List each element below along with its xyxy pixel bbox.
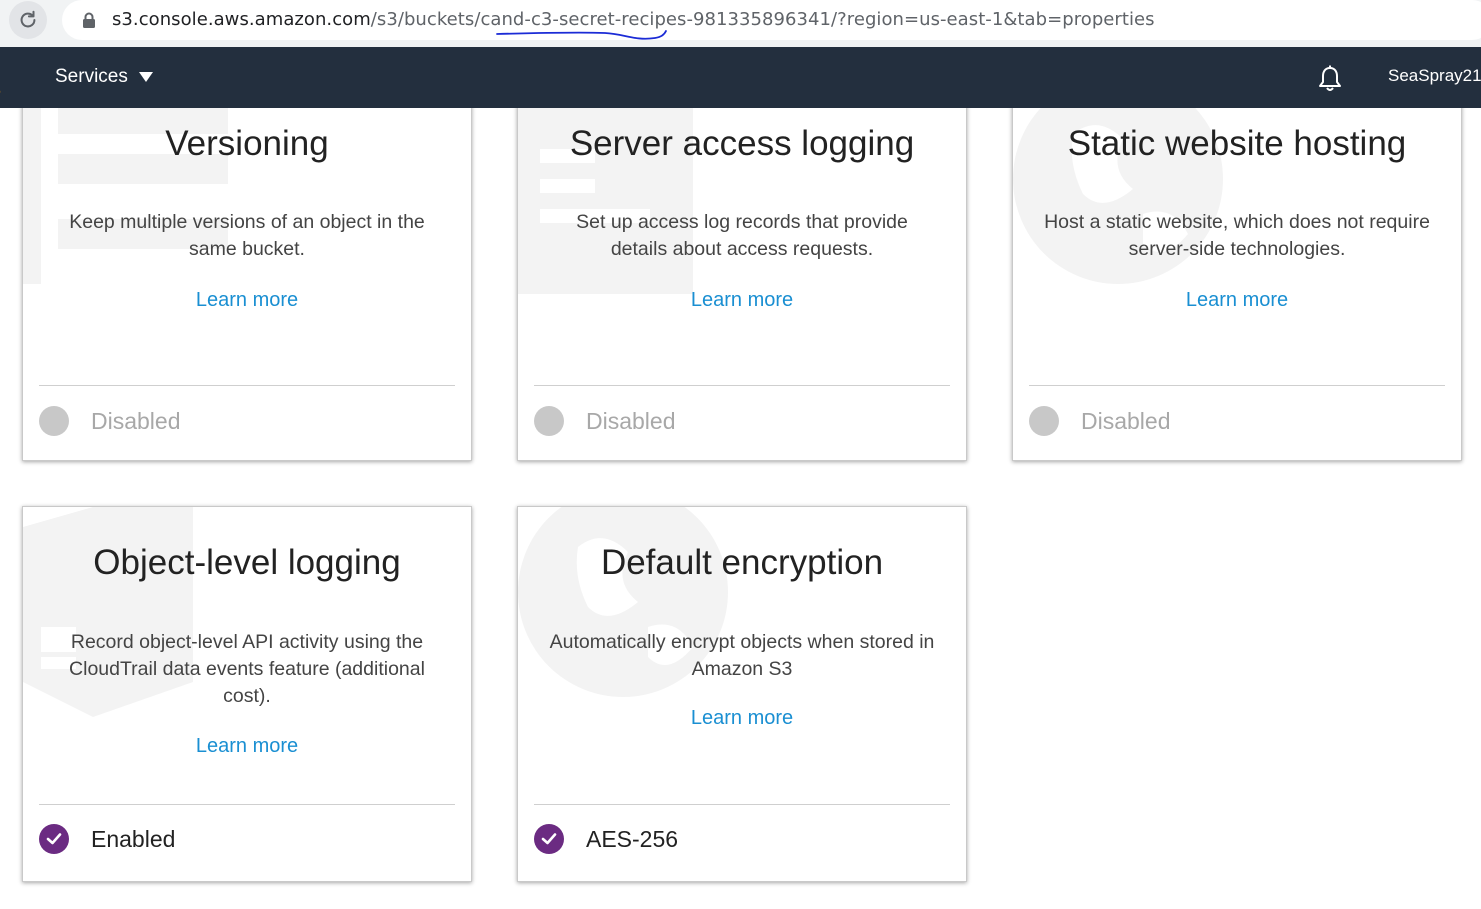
- lock-icon: [83, 12, 95, 28]
- status-text: AES-256: [586, 825, 679, 852]
- caret-down-icon: [138, 72, 153, 82]
- check-circle-icon: [39, 824, 69, 854]
- versioning-card[interactable]: Versioning Keep multiple versions of an …: [22, 108, 472, 461]
- aws-navigation-bar: [0, 47, 1481, 108]
- card-description: Keep multiple versions of an object in t…: [69, 211, 425, 260]
- card-divider: [534, 804, 950, 805]
- aws-logo[interactable]: [0, 62, 4, 94]
- bell-icon[interactable]: [1315, 64, 1345, 94]
- card-description: Host a static website, which does not re…: [1044, 211, 1430, 260]
- bucket-properties: Versioning Keep multiple versions of an …: [0, 108, 1481, 909]
- card-title: Default encryption: [600, 543, 884, 582]
- status-row: Disabled: [534, 406, 676, 436]
- status-text: Disabled: [586, 407, 676, 434]
- disabled-status-icon: [534, 406, 564, 436]
- reload-icon: [20, 10, 36, 28]
- server-access-logging-card[interactable]: Server access logging Set up access log …: [517, 108, 967, 461]
- address-bar[interactable]: s3.console.aws.amazon.com/s3/buckets/can…: [62, 0, 1481, 40]
- learn-more-link[interactable]: Learn more: [23, 289, 471, 312]
- disabled-status-icon: [39, 406, 69, 436]
- card-description: Automatically encrypt objects when store…: [549, 631, 935, 680]
- static-website-hosting-card[interactable]: Static website hosting Host a static web…: [1012, 108, 1462, 461]
- url-text[interactable]: s3.console.aws.amazon.com/s3/buckets/can…: [112, 9, 1155, 30]
- card-divider: [39, 804, 455, 805]
- check-circle-icon: [534, 824, 564, 854]
- status-text: Disabled: [1081, 407, 1171, 434]
- reload-button[interactable]: [9, 1, 47, 39]
- card-divider: [39, 385, 455, 386]
- card-description: Set up access log records that provide d…: [576, 211, 908, 260]
- status-text: Disabled: [91, 407, 181, 434]
- status-row: Enabled: [39, 824, 175, 854]
- card-title: Static website hosting: [1067, 124, 1407, 163]
- browser-toolbar: s3.console.aws.amazon.com/s3/buckets/can…: [0, 0, 1481, 47]
- disabled-status-icon: [1029, 406, 1059, 436]
- card-title: Object-level logging: [93, 543, 401, 582]
- status-text: Enabled: [91, 825, 176, 852]
- card-description: Record object-level API activity using t…: [69, 631, 425, 707]
- status-row: AES-256: [534, 824, 678, 854]
- object-level-logging-card[interactable]: Object-level logging Record object-level…: [22, 506, 472, 882]
- services-menu[interactable]: Services: [55, 66, 154, 88]
- card-title: Server access logging: [569, 124, 915, 163]
- services-label: Services: [55, 66, 128, 87]
- card-divider: [534, 385, 950, 386]
- url-path: /s3/buckets/cand-c3-secret-recipes-98133…: [370, 9, 1155, 30]
- card-divider: [1029, 385, 1445, 386]
- hand-drawn-underline: [496, 30, 667, 40]
- account-menu[interactable]: SeaSpray21: [1388, 66, 1481, 86]
- learn-more-link[interactable]: Learn more: [23, 735, 471, 758]
- learn-more-link[interactable]: Learn more: [1013, 289, 1461, 312]
- default-encryption-card[interactable]: Default encryption Automatically encrypt…: [517, 506, 967, 882]
- url-host: s3.console.aws.amazon.com: [112, 9, 371, 30]
- learn-more-link[interactable]: Learn more: [518, 707, 966, 730]
- status-row: Disabled: [39, 406, 181, 436]
- learn-more-link[interactable]: Learn more: [518, 289, 966, 312]
- card-title: Versioning: [165, 124, 329, 163]
- status-row: Disabled: [1029, 406, 1171, 436]
